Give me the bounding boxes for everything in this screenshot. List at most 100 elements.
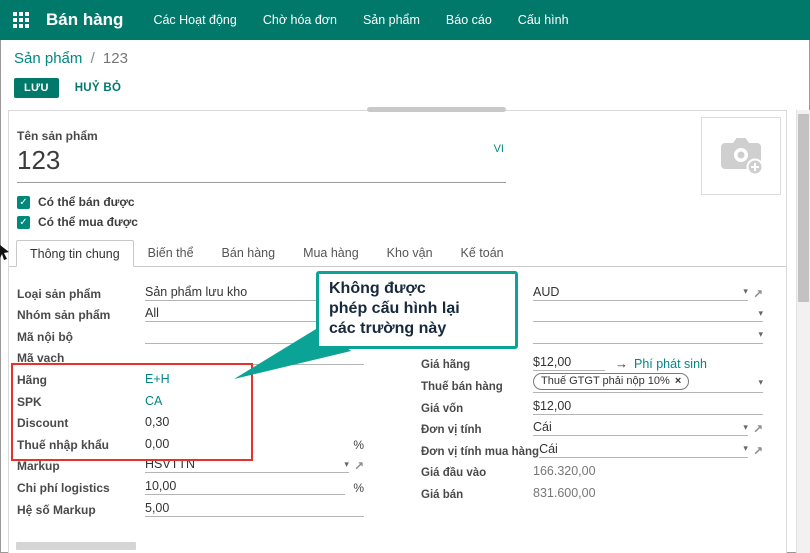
import-tax-field: 0,00: [145, 436, 345, 452]
form-row: Thuế bán hàng Thuế GTGT phải nộp 10%× ▾: [421, 373, 763, 395]
tab-variants[interactable]: Biến thể: [134, 239, 208, 266]
field-label: Thuế nhập khẩu: [17, 438, 145, 452]
external-link-icon[interactable]: ↗: [753, 444, 763, 458]
vertical-scrollbar-track[interactable]: [796, 110, 810, 553]
tax-tag-label: Thuế GTGT phải nộp 10%: [541, 375, 670, 387]
tax-tag[interactable]: Thuế GTGT phải nộp 10% ×: [533, 373, 689, 390]
product-name-input[interactable]: 123 VI: [17, 143, 506, 183]
breadcrumb: Sản phẩm / 123: [14, 50, 128, 67]
horizontal-scrollbar-thumb[interactable]: [367, 107, 506, 112]
form-row: Giá hãng $12,00 → Phí phát sinh: [421, 352, 763, 374]
logistics-cost-field[interactable]: 10,00: [145, 478, 345, 495]
discard-button[interactable]: HUỶ BỎ: [75, 82, 122, 94]
field-value: Cái: [533, 420, 552, 434]
spk-link[interactable]: CA: [145, 394, 162, 408]
field-value: Cái: [539, 442, 558, 456]
save-button[interactable]: LƯU: [14, 78, 59, 98]
field-label: Hệ số Markup: [17, 503, 145, 517]
action-buttons: LƯU HUỶ BỎ: [14, 78, 121, 98]
field-label: Hãng: [17, 373, 145, 387]
form-row: Đơn vị tính Cái▾ ↗: [421, 417, 763, 439]
field-value: 5,00: [145, 501, 169, 515]
field-value: 831.600,00: [533, 486, 596, 500]
markup-factor-field[interactable]: 5,00: [145, 500, 364, 517]
app-title[interactable]: Bán hàng: [46, 10, 123, 30]
cost-price-field[interactable]: $12,00: [533, 398, 763, 415]
notebook-tabs: Thông tin chung Biến thể Bán hàng Mua hà…: [9, 239, 786, 267]
incidental-fee-link[interactable]: Phí phát sinh: [634, 357, 707, 371]
field-label: Mã vạch: [17, 351, 145, 365]
field-value: 0,00: [145, 437, 169, 451]
menu-item-activities[interactable]: Các Hoạt động: [153, 13, 236, 27]
can-purchase-checkbox-row[interactable]: ✓ Có thể mua được: [17, 215, 138, 229]
field-label: Đơn vị tính mua hàng: [421, 446, 539, 458]
menu-item-to-invoice[interactable]: Chờ hóa đơn: [263, 13, 337, 27]
field-value: 0,30: [145, 415, 169, 429]
form-row: Loại sản phẩm Sản phẩm lưu kho: [17, 281, 364, 303]
field-value: AUD: [533, 285, 559, 299]
form-column-left: Loại sản phẩm Sản phẩm lưu kho Nhóm sản …: [17, 281, 364, 519]
chevron-down-icon[interactable]: ▾: [754, 308, 763, 319]
form-row: Giá đầu vào 166.320,00: [421, 460, 763, 482]
camera-plus-icon: [718, 135, 764, 177]
field-label: Giá vốn: [421, 403, 533, 415]
empty-select-1[interactable]: ▾: [533, 305, 763, 322]
form-row: Markup HSVTTN▾ ↗: [17, 454, 364, 476]
breadcrumb-parent-link[interactable]: Sản phẩm: [14, 50, 82, 67]
uom-field[interactable]: Cái ▾: [533, 419, 748, 436]
chevron-down-icon[interactable]: ▾: [739, 286, 748, 297]
form-row: Thuế nhập khẩu 0,00%: [17, 432, 364, 454]
apps-grid-icon[interactable]: [0, 12, 42, 28]
product-image-upload[interactable]: [701, 117, 781, 195]
tab-accounting[interactable]: Kế toán: [447, 239, 518, 266]
vertical-scrollbar-thumb[interactable]: [798, 114, 809, 302]
field-label: Markup: [17, 459, 145, 473]
field-label: Giá đầu vào: [421, 467, 533, 479]
chevron-down-icon[interactable]: ▾: [754, 377, 763, 388]
field-label: Nhóm sản phẩm: [17, 308, 145, 322]
tab-purchase[interactable]: Mua hàng: [289, 239, 373, 266]
field-label: Giá bán: [421, 489, 533, 501]
empty-select-2[interactable]: ▾: [533, 327, 763, 344]
vendor-price-field[interactable]: $12,00: [533, 354, 605, 371]
chevron-down-icon[interactable]: ▾: [754, 329, 763, 340]
currency-field[interactable]: AUD ▾: [533, 284, 748, 301]
chevron-down-icon[interactable]: ▾: [739, 422, 748, 433]
field-value: $12,00: [533, 355, 571, 369]
external-link-icon[interactable]: ↗: [753, 287, 763, 301]
product-name-label: Tên sản phẩm: [17, 129, 98, 143]
can-sell-label: Có thể bán được: [38, 195, 135, 209]
form-row: SPK CA: [17, 389, 364, 411]
markup-field[interactable]: HSVTTN▾: [145, 456, 349, 473]
menu-item-products[interactable]: Sản phẩm: [363, 13, 420, 27]
chevron-down-icon[interactable]: ▾: [739, 443, 748, 454]
mouse-cursor: [0, 245, 12, 263]
top-navbar: Bán hàng Các Hoạt động Chờ hóa đơn Sản p…: [0, 0, 810, 40]
translation-lang-badge[interactable]: VI: [494, 143, 504, 155]
grid-icon: [13, 12, 29, 28]
brand-link[interactable]: E+H: [145, 372, 170, 386]
tab-sales[interactable]: Bán hàng: [208, 239, 290, 266]
field-label: Discount: [17, 416, 145, 430]
sale-price-value: 831.600,00: [533, 485, 763, 501]
purchase-uom-field[interactable]: Cái ▾: [539, 441, 748, 458]
external-link-icon[interactable]: ↗: [354, 459, 364, 473]
tab-inventory[interactable]: Kho vận: [373, 239, 447, 266]
sale-tax-field[interactable]: Thuế GTGT phải nộp 10% × ▾: [533, 373, 763, 393]
field-value: 166.320,00: [533, 464, 596, 478]
tag-remove-icon[interactable]: ×: [675, 375, 681, 387]
field-label: Giá hãng: [421, 359, 533, 371]
menu-item-reports[interactable]: Báo cáo: [446, 13, 492, 27]
can-sell-checkbox-row[interactable]: ✓ Có thể bán được: [17, 195, 135, 209]
callout-note: Không được phép cấu hình lại các trường …: [316, 271, 518, 349]
field-label: SPK: [17, 395, 145, 409]
tab-general-info[interactable]: Thông tin chung: [16, 240, 134, 267]
field-label: Loại sản phẩm: [17, 287, 145, 301]
external-link-icon[interactable]: ↗: [753, 422, 763, 436]
checkbox-checked-icon[interactable]: ✓: [17, 196, 30, 209]
chevron-down-icon[interactable]: ▾: [340, 459, 349, 470]
menu-item-settings[interactable]: Cấu hình: [518, 13, 569, 27]
top-menu: Các Hoạt động Chờ hóa đơn Sản phẩm Báo c…: [153, 13, 568, 27]
form-row: Giá vốn $12,00: [421, 395, 763, 417]
checkbox-checked-icon[interactable]: ✓: [17, 216, 30, 229]
